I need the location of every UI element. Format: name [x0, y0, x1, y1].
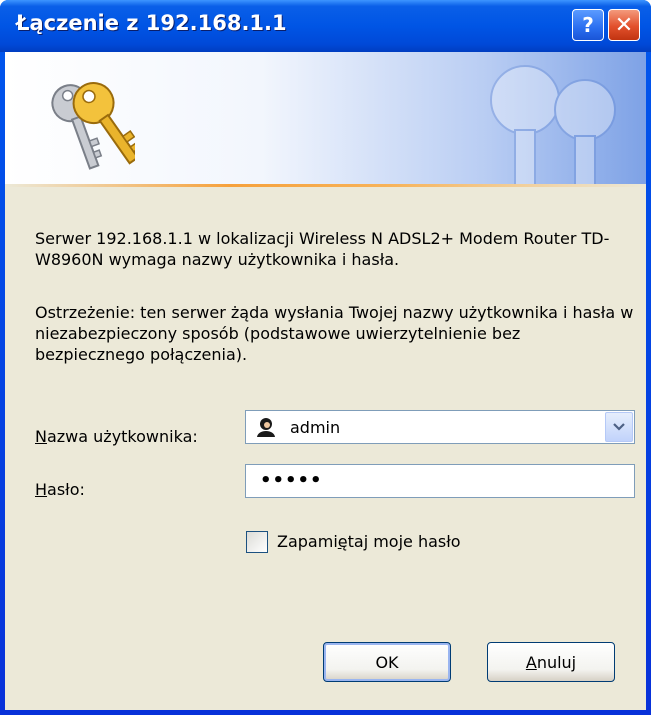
username-combo[interactable]: admin	[245, 410, 635, 444]
remember-password-checkbox[interactable]	[246, 531, 268, 553]
help-icon: ?	[582, 13, 594, 37]
help-button[interactable]: ?	[572, 9, 604, 41]
password-label: Hasło:	[35, 480, 85, 499]
close-button[interactable]: ✕	[608, 9, 640, 41]
cancel-button[interactable]: Anuluj	[487, 642, 615, 682]
window-title: Łączenie z 192.168.1.1	[16, 11, 287, 35]
password-value: •••••	[260, 470, 323, 491]
banner	[5, 52, 646, 184]
banner-divider	[5, 184, 646, 187]
remember-password-label[interactable]: Zapamiętaj moje hasło	[277, 532, 461, 551]
username-dropdown-button[interactable]	[605, 412, 633, 442]
security-warning: Ostrzeżenie: ten serwer żąda wysłania Tw…	[35, 303, 634, 364]
dialog-body: Serwer 192.168.1.1 w lokalizacji Wireles…	[5, 52, 646, 710]
ok-button[interactable]: OK	[323, 642, 451, 682]
server-message: Serwer 192.168.1.1 w lokalizacji Wireles…	[35, 229, 610, 269]
username-value: admin	[290, 418, 341, 437]
keys-icon	[51, 82, 135, 170]
username-label: Nazwa użytkownika:	[35, 427, 198, 446]
close-icon: ✕	[614, 12, 634, 38]
keys-watermark-icon	[490, 65, 616, 184]
user-icon	[257, 418, 275, 437]
title-bar[interactable]: Łączenie z 192.168.1.1 ? ✕	[0, 0, 651, 52]
login-dialog: Łączenie z 192.168.1.1 ? ✕ Serwer 192.16…	[0, 0, 651, 715]
chevron-down-icon	[613, 423, 625, 431]
password-field[interactable]: •••••	[245, 464, 635, 498]
